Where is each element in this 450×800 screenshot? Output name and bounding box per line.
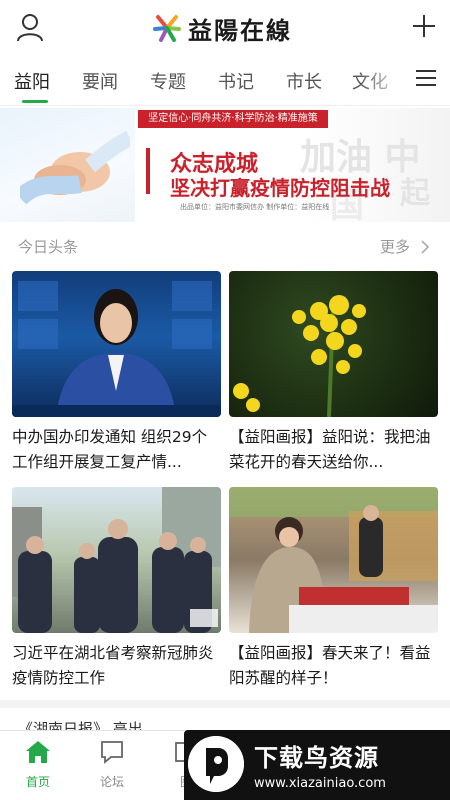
- market-photo-icon: [229, 487, 438, 633]
- logo-mark-icon: [153, 15, 181, 42]
- add-icon[interactable]: [412, 14, 436, 38]
- headline-section-header: 今日头条 更多: [0, 230, 450, 264]
- channel-tabs: 益阳 要闻 专题 书记 市长 文化: [0, 56, 450, 106]
- news-title: 中办国办印发通知 组织29个工作组开展复工复产情...: [12, 428, 208, 471]
- tabs-fade: [360, 56, 406, 105]
- news-thumbnail: [229, 271, 438, 417]
- banner-bg-text: 起: [400, 176, 430, 211]
- active-tab-indicator: [22, 100, 48, 103]
- more-link[interactable]: 更多: [380, 236, 410, 257]
- news-card[interactable]: 中办国办印发通知 组织29个工作组开展复工复产情...: [12, 271, 221, 475]
- tab-mayor[interactable]: 市长: [286, 68, 322, 94]
- tab-yiyang[interactable]: 益阳: [14, 68, 50, 94]
- watermark-banner: 下载鸟资源 www.xiazainiao.com: [184, 730, 450, 800]
- chevron-right-icon[interactable]: [420, 240, 430, 254]
- menu-icon[interactable]: [416, 70, 436, 90]
- app-logo: 益陽在線: [152, 12, 292, 45]
- tab-secretary[interactable]: 书记: [218, 68, 254, 94]
- section-divider: [0, 700, 450, 708]
- section-title: 今日头条: [18, 238, 79, 256]
- banner-slogan-strip: 坚定信心·同舟共济·科学防治·精准施策: [138, 110, 328, 128]
- nav-label: 论坛: [99, 775, 124, 789]
- news-card[interactable]: 习近平在湖北省考察新冠肺炎疫情防控工作: [12, 487, 221, 691]
- news-thumbnail: [12, 271, 221, 417]
- nav-forum[interactable]: 论坛: [82, 739, 142, 790]
- hero-banner[interactable]: 加油 中 国 起 坚定信心·同舟共济·科学防治·精准施策 众志成城 坚决打赢疫情…: [0, 108, 450, 222]
- news-title: 【益阳画报】益阳说：我把油菜花开的春天送给你...: [229, 428, 431, 471]
- news-thumbnail: [229, 487, 438, 633]
- banner-accent-bar: [146, 148, 150, 194]
- news-card[interactable]: 【益阳画报】春天来了！看益阳苏醒的样子！: [229, 487, 438, 691]
- tab-news[interactable]: 要闻: [82, 68, 118, 94]
- watermark-url: www.xiazainiao.com: [254, 776, 386, 791]
- logo-text: 益陽在線: [188, 15, 292, 45]
- hands-illustration-icon: [20, 130, 130, 205]
- user-icon[interactable]: [16, 12, 44, 42]
- flower-photo-icon: [233, 295, 366, 417]
- news-title: 【益阳画报】春天来了！看益阳苏醒的样子！: [229, 644, 431, 687]
- tab-topics[interactable]: 专题: [150, 68, 186, 94]
- news-thumbnail: [12, 487, 221, 633]
- chat-icon: [101, 741, 123, 764]
- banner-subtitle: 坚决打赢疫情防控阻击战: [170, 176, 390, 200]
- watermark-logo-icon: [188, 736, 244, 792]
- banner-credit: 出品单位：益阳市委网信办 制作单位：益阳在线: [180, 203, 330, 211]
- nav-label: 首页: [25, 775, 50, 789]
- home-icon: [26, 741, 50, 763]
- news-card[interactable]: 【益阳画报】益阳说：我把油菜花开的春天送给你...: [229, 271, 438, 475]
- nav-home[interactable]: 首页: [8, 739, 68, 790]
- app-header: 益陽在線: [0, 0, 450, 56]
- watermark-title: 下载鸟资源: [254, 744, 379, 772]
- anchor-photo-icon: [12, 281, 221, 417]
- inspection-photo-icon: [12, 487, 221, 633]
- news-title: 习近平在湖北省考察新冠肺炎疫情防控工作: [12, 644, 214, 687]
